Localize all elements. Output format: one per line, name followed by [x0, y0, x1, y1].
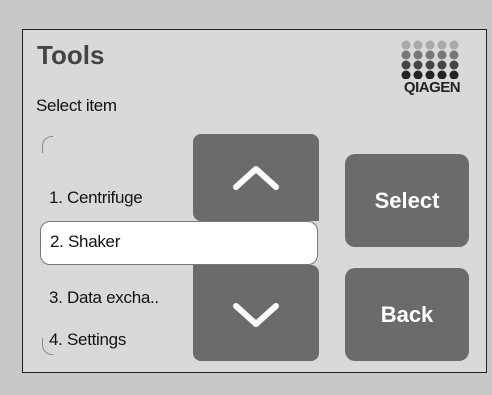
chevron-up-icon — [233, 166, 279, 190]
list-item-data-exchange[interactable]: 3. Data excha.. — [49, 288, 159, 308]
list-item-shaker-selected[interactable]: 2. Shaker — [40, 221, 318, 265]
scroll-up-button[interactable] — [193, 134, 319, 221]
device-bottom-edge — [0, 378, 492, 395]
list-top-cap — [42, 136, 53, 153]
page-title: Tools — [37, 40, 105, 70]
touchscreen: Tools Select item QIAGEN 1. Centrifuge 2… — [22, 29, 487, 373]
page-subtitle: Select item — [36, 96, 117, 115]
list-item-settings[interactable]: 4. Settings — [49, 330, 126, 350]
logo-wordmark: QIAGEN — [403, 79, 461, 96]
chevron-down-icon — [233, 303, 279, 327]
list-item-label: 2. Shaker — [50, 232, 121, 251]
back-button[interactable]: Back — [345, 268, 469, 361]
select-button[interactable]: Select — [345, 154, 469, 247]
scroll-down-button[interactable] — [193, 265, 319, 361]
list-item-centrifuge[interactable]: 1. Centrifuge — [49, 188, 143, 208]
qiagen-logo: QIAGEN — [396, 39, 468, 96]
logo-dots-icon — [401, 40, 459, 80]
